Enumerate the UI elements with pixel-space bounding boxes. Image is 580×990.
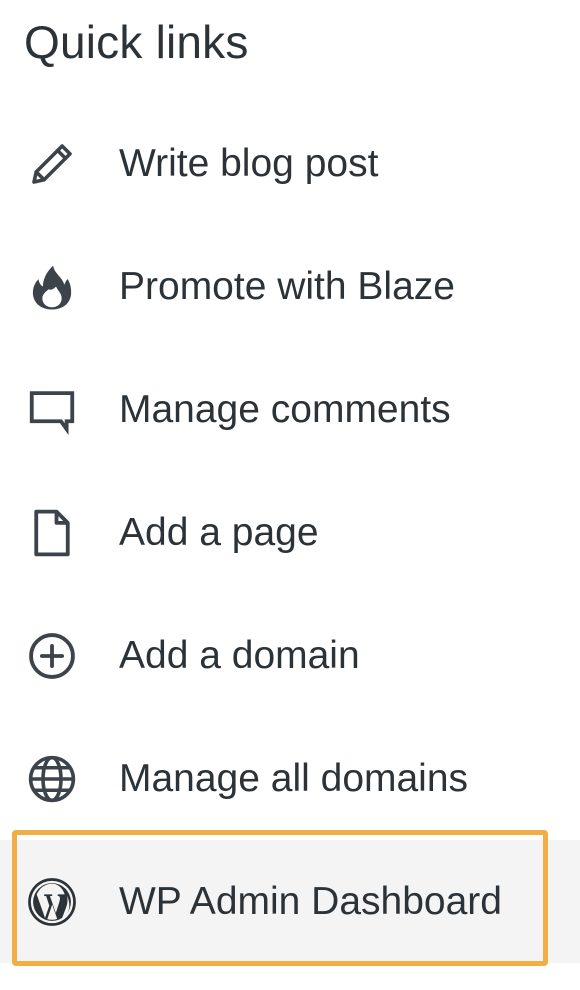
manage-comments-link[interactable]: Manage comments xyxy=(0,348,580,471)
add-a-page-label: Add a page xyxy=(119,510,319,554)
write-blog-post-label: Write blog post xyxy=(119,141,379,185)
flame-icon xyxy=(25,260,79,314)
add-a-domain-label: Add a domain xyxy=(119,633,360,677)
manage-comments-label: Manage comments xyxy=(119,387,451,431)
section-title: Quick links xyxy=(24,16,249,68)
quick-links-list: Write blog post Promote with Blaze Manag… xyxy=(0,102,580,963)
manage-all-domains-link[interactable]: Manage all domains xyxy=(0,717,580,840)
wordpress-icon xyxy=(25,875,79,929)
wp-admin-dashboard-label: WP Admin Dashboard xyxy=(119,879,502,923)
write-blog-post-link[interactable]: Write blog post xyxy=(0,102,580,225)
promote-with-blaze-link[interactable]: Promote with Blaze xyxy=(0,225,580,348)
add-a-domain-link[interactable]: Add a domain xyxy=(0,594,580,717)
manage-all-domains-label: Manage all domains xyxy=(119,756,469,800)
wp-admin-dashboard-link[interactable]: WP Admin Dashboard xyxy=(0,840,580,963)
page-icon xyxy=(25,506,79,560)
comment-icon xyxy=(25,383,79,437)
globe-icon xyxy=(25,752,79,806)
promote-with-blaze-label: Promote with Blaze xyxy=(119,264,455,308)
add-a-page-link[interactable]: Add a page xyxy=(0,471,580,594)
plus-circle-icon xyxy=(25,629,79,683)
pencil-icon xyxy=(25,137,79,191)
